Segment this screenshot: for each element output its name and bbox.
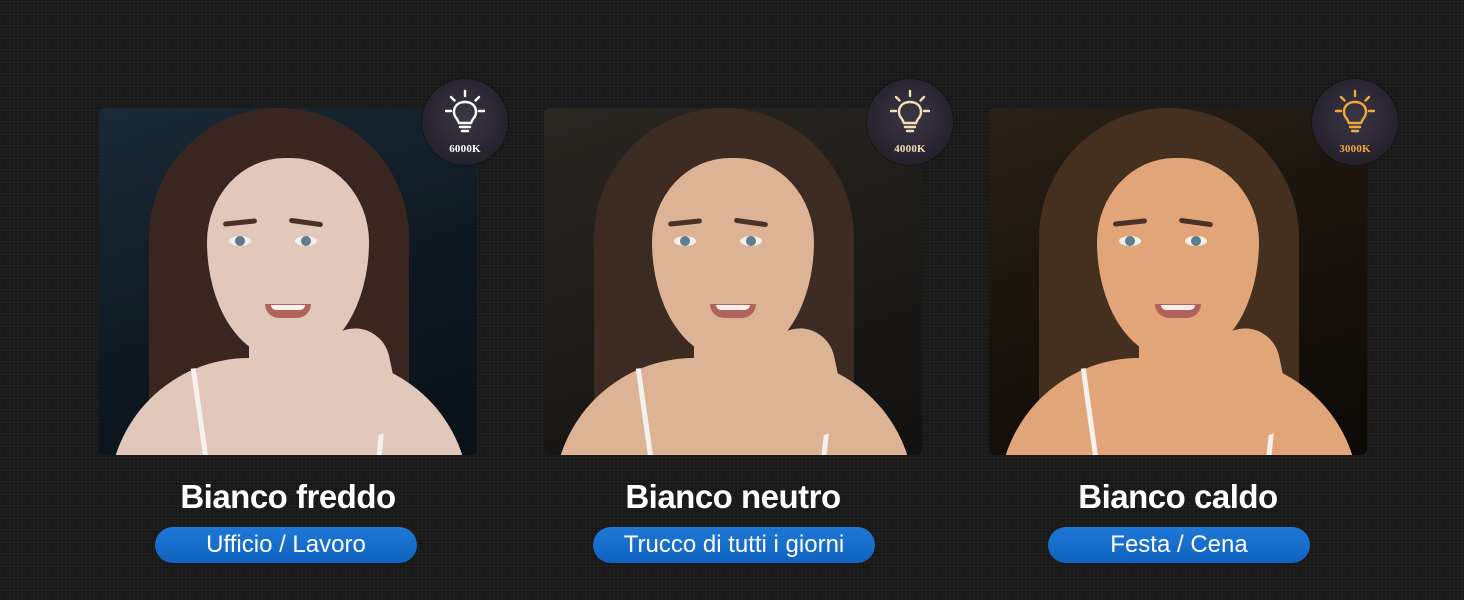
light-mode-panel-warm: 3000K Bianco caldo Festa / Cena bbox=[989, 0, 1398, 600]
badge-kelvin-label: 3000K bbox=[1339, 143, 1371, 155]
panel-title: Bianco caldo bbox=[1078, 478, 1278, 515]
usage-pill: Festa / Cena bbox=[1048, 527, 1310, 563]
color-temperature-badge: 3000K bbox=[1312, 79, 1398, 165]
light-mode-panel-cold: 6000K Bianco freddo Ufficio / Lavoro bbox=[99, 0, 508, 600]
lightbulb-icon bbox=[890, 89, 930, 133]
portrait-photo-warm bbox=[989, 108, 1367, 455]
portrait-photo-neutral bbox=[544, 108, 922, 455]
badge-kelvin-label: 4000K bbox=[894, 143, 926, 155]
usage-pill: Trucco di tutti i giorni bbox=[593, 527, 875, 563]
color-temperature-badge: 6000K bbox=[422, 79, 508, 165]
light-mode-panel-neutral: 4000K Bianco neutro Trucco di tutti i gi… bbox=[544, 0, 953, 600]
lightbulb-icon bbox=[1335, 89, 1375, 133]
portrait-photo-cold bbox=[99, 108, 477, 455]
lightbulb-icon bbox=[445, 89, 485, 133]
panel-title: Bianco neutro bbox=[625, 478, 841, 515]
color-temperature-badge: 4000K bbox=[867, 79, 953, 165]
usage-pill: Ufficio / Lavoro bbox=[155, 527, 417, 563]
badge-kelvin-label: 6000K bbox=[449, 143, 481, 155]
panel-title: Bianco freddo bbox=[180, 478, 396, 515]
